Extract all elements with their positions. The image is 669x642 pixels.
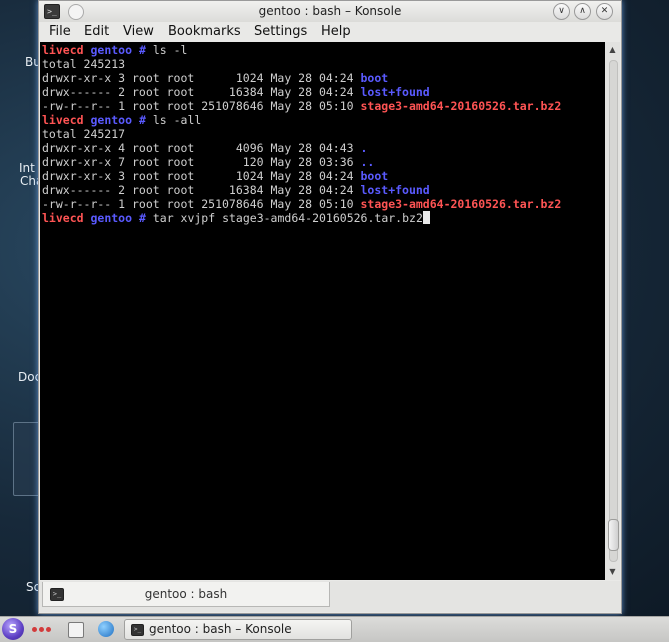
output-text: total 245217 [42,127,126,141]
command-text: tar xvjpf stage3-amd64-20160526.tar.bz2 [152,211,423,225]
maximize-button[interactable]: ∧ [574,3,591,20]
menu-bookmarks[interactable]: Bookmarks [168,24,241,39]
file-name: lost+found [360,183,430,197]
prompt-user: livecd [42,43,84,57]
prompt-user: livecd [42,211,84,225]
activity-dot-icon[interactable] [32,627,37,632]
taskbar: S >_ gentoo : bash – Konsole [0,616,669,642]
prompt-host: gentoo [90,113,133,127]
terminal-line: drwxr-xr-x 3 root root 1024 May 28 04:24… [42,71,388,85]
terminal-line: livecd gentoo # ls -l [42,43,187,57]
file-name: stage3-amd64-20160526.tar.bz2 [360,99,562,113]
activity-dot-icon[interactable] [46,627,51,632]
menu-settings[interactable]: Settings [254,24,307,39]
konsole-window: >_ gentoo : bash – Konsole ∨ ∧ ✕ File Ed… [38,0,622,614]
activity-dot-icon[interactable] [39,627,44,632]
taskbar-task-konsole[interactable]: >_ gentoo : bash – Konsole [124,619,352,640]
file-metadata: -rw-r--r-- 1 root root 251078646 May 28 … [42,99,361,113]
file-metadata: drwxr-xr-x 3 root root 1024 May 28 04:24 [42,169,361,183]
desktop-label-fragment: Int [19,161,35,175]
menu-edit[interactable]: Edit [84,24,109,39]
prompt-symbol: # [138,211,146,225]
window-titlebar[interactable]: >_ gentoo : bash – Konsole ∨ ∧ ✕ [39,1,621,22]
terminal-line: -rw-r--r-- 1 root root 251078646 May 28 … [42,197,561,211]
terminal-line: total 245213 [42,57,125,71]
prompt-symbol: # [138,113,146,127]
scroll-down-arrow-icon[interactable]: ▼ [606,566,619,578]
file-metadata: drwxr-xr-x 7 root root 120 May 28 03:36 [42,155,361,169]
tab-bar: >_ gentoo : bash [39,581,621,612]
command-text: ls -l [152,43,188,57]
menu-file[interactable]: File [49,24,71,39]
menu-view[interactable]: View [123,24,154,39]
terminal-line: drwxr-xr-x 3 root root 1024 May 28 04:24… [42,169,388,183]
terminal-line: -rw-r--r-- 1 root root 251078646 May 28 … [42,99,561,113]
file-metadata: -rw-r--r-- 1 root root 251078646 May 28 … [42,197,361,211]
file-name: lost+found [360,85,430,99]
file-name: . [360,141,368,155]
prompt-host: gentoo [90,43,133,57]
prompt-symbol: # [138,43,146,57]
menu-bar: File Edit View Bookmarks Settings Help [39,22,621,42]
terminal-line: livecd gentoo # ls -all [42,113,201,127]
terminal-line: drwxr-xr-x 7 root root 120 May 28 03:36 … [42,155,374,169]
file-metadata: drwxr-xr-x 3 root root 1024 May 28 04:24 [42,71,361,85]
text-cursor [422,211,430,224]
output-text: total 245213 [42,57,126,71]
file-name: .. [360,155,375,169]
menu-help[interactable]: Help [321,24,351,39]
prompt-user: livecd [42,113,84,127]
tab-label: gentoo : bash [144,587,228,601]
web-browser-icon[interactable] [98,621,114,637]
terminal-line: drwx------ 2 root root 16384 May 28 04:2… [42,183,430,197]
minimize-button[interactable]: ∨ [553,3,570,20]
prompt-host: gentoo [90,211,133,225]
terminal-line: drwxr-xr-x 4 root root 4096 May 28 04:43… [42,141,367,155]
terminal-icon: >_ [131,624,144,636]
terminal-scrollbar[interactable]: ▲ ▼ [605,42,620,580]
terminal-output[interactable]: livecd gentoo # ls -l total 245213 drwxr-x… [40,42,605,580]
terminal-line: livecd gentoo # tar xvjpf stage3-amd64-2… [42,211,430,225]
terminal-line: drwx------ 2 root root 16384 May 28 04:2… [42,85,430,99]
close-button[interactable]: ✕ [596,3,613,20]
tab-gentoo-bash[interactable]: >_ gentoo : bash [42,582,330,607]
application-launcher-icon[interactable]: S [2,618,24,640]
window-title: gentoo : bash – Konsole [258,4,402,18]
file-metadata: drwxr-xr-x 4 root root 4096 May 28 04:43 [42,141,361,155]
scroll-track[interactable] [609,60,618,562]
file-name: stage3-amd64-20160526.tar.bz2 [360,197,562,211]
task-label: gentoo : bash – Konsole [149,622,292,636]
file-name: boot [360,71,389,85]
terminal-line: total 245217 [42,127,125,141]
file-manager-icon[interactable] [68,622,84,638]
scroll-up-arrow-icon[interactable]: ▲ [606,44,619,56]
scroll-thumb[interactable] [608,519,619,551]
file-metadata: drwx------ 2 root root 16384 May 28 04:2… [42,183,361,197]
file-name: boot [360,169,389,183]
command-text: ls -all [152,113,202,127]
file-metadata: drwx------ 2 root root 16384 May 28 04:2… [42,85,361,99]
